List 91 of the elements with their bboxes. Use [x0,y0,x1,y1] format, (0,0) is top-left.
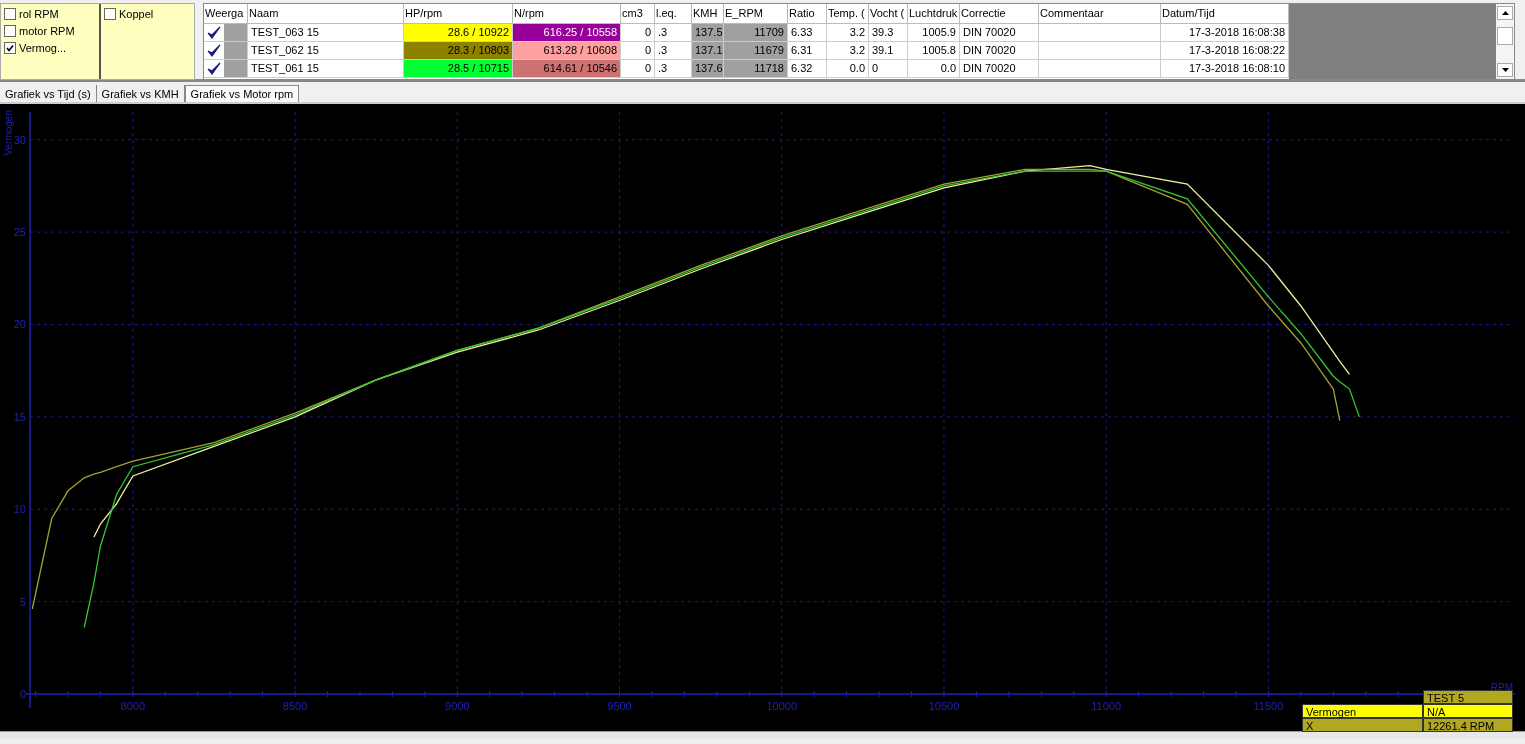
table-cell: DIN 70020 [960,42,1039,60]
column-header[interactable]: Ratio [788,4,827,24]
y-tick-label: 5 [19,595,26,608]
column-header[interactable]: Commentaar [1039,4,1161,24]
column-header[interactable]: Weerga [204,4,248,24]
table-cell: TEST_061 15 [248,60,404,78]
checkbox[interactable] [4,41,16,54]
column-header[interactable]: N/rpm [513,4,621,24]
table-cell: 0 [621,60,655,78]
readout-value: N/A [1423,704,1513,718]
x-tick-label: 11500 [1253,700,1284,712]
table-cell: 11718 [724,60,788,78]
table-cell: 0 [621,42,655,60]
check-icon[interactable] [207,25,221,40]
table-cell: TEST_062 15 [248,42,404,60]
table-cell: 137.6 [692,60,724,78]
x-tick-label: 9500 [607,700,632,712]
table-cell: 6.31 [788,42,827,60]
table-cell: 0.0 [908,60,960,78]
check-icon[interactable] [207,61,221,76]
table-cell: TEST_063 15 [248,24,404,42]
checkbox[interactable] [4,7,16,20]
readout-title: TEST 5 [1423,690,1513,704]
table-cell: 3.2 [827,24,869,42]
checkbox[interactable] [104,7,116,20]
y-tick-label: 0 [19,688,26,700]
tab[interactable]: Grafiek vs KMH [96,85,185,102]
column-header[interactable]: E_RPM [724,4,788,24]
color-swatch [224,24,247,41]
scroll-up-button[interactable] [1497,6,1513,20]
table-cell: 39.3 [869,24,908,42]
column-header[interactable]: Correctie [960,4,1039,24]
x-tick-label: 10500 [928,700,960,712]
table-cell: 39.1 [869,42,908,60]
table-cell: DIN 70020 [960,60,1039,78]
x-tick-label: 9000 [445,700,470,712]
table-cell: 28.3 / 10803 [404,42,513,60]
column-header[interactable]: Temp. ( [827,4,869,24]
x-tick-label: 8000 [120,700,146,712]
down-arrow-icon [1501,68,1509,72]
check-icon[interactable] [207,43,221,58]
column-header[interactable]: Vocht ( [869,4,908,24]
table-cell: 137.1 [692,42,724,60]
checkbox[interactable] [4,24,16,37]
readout-label: X [1302,718,1423,732]
table-cell: 1005.8 [908,42,960,60]
table-cell: 1005.9 [908,24,960,42]
option-label: motor RPM [19,24,75,37]
table-cell: 28.5 / 10715 [404,60,513,78]
table-cell: 6.32 [788,60,827,78]
y-tick-label: 30 [13,133,26,146]
column-header[interactable]: l.eq. [655,4,692,24]
tab[interactable]: Grafiek vs Motor rpm [184,85,300,102]
table-cell: 614.61 / 10546 [513,60,621,78]
option-label: Koppel [119,7,154,20]
table-cell: 28.6 / 10922 [404,24,513,42]
color-swatch [224,42,247,59]
y-tick-label: 15 [13,410,26,423]
table-cell: 0 [869,60,908,78]
tab[interactable]: Grafiek vs Tijd (s) [0,85,97,102]
column-header[interactable]: cm3 [621,4,655,24]
x-tick-label: 8500 [282,700,308,712]
readout-value: 12261.4 RPM [1423,718,1513,732]
y-tick-label: 10 [13,503,26,516]
table-cell: 6.33 [788,24,827,42]
table-cell: 616.25 / 10558 [513,24,621,42]
column-header[interactable]: Naam [248,4,404,24]
scrollbar-thumb[interactable] [1497,26,1513,45]
x-tick-label: 10000 [766,700,798,712]
column-header[interactable]: Datum/Tijd [1161,4,1289,24]
option-label: rol RPM [19,7,59,20]
up-arrow-icon [1501,11,1509,15]
table-cell: 0.0 [827,60,869,78]
x-tick-label: 11000 [1091,700,1122,712]
table-cell: 0 [621,24,655,42]
y-tick-label: 25 [13,226,26,239]
table-cell: DIN 70020 [960,24,1039,42]
column-header[interactable]: Luchtdruk [908,4,960,24]
color-swatch [224,60,247,77]
scroll-down-button[interactable] [1497,63,1513,77]
table-cell: 3.2 [827,42,869,60]
y-tick-label: 20 [13,318,26,331]
table-cell: 137.5 [692,24,724,42]
table-cell: 11679 [724,42,788,60]
y-axis-label: Vermogen [3,110,14,156]
option-label: Vermog... [19,41,67,54]
readout-label: Vermogen [1302,704,1423,718]
column-header[interactable]: HP/rpm [404,4,513,24]
table-cell: 613.28 / 10608 [513,42,621,60]
table-cell: 11709 [724,24,788,42]
column-header[interactable]: KMH [692,4,724,24]
